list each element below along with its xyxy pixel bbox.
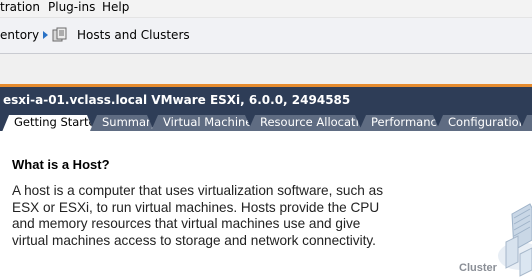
breadcrumb-inventory[interactable]: entory: [0, 28, 39, 42]
menu-plug-ins[interactable]: Plug-ins: [48, 0, 95, 17]
host-title: esxi-a-01.vclass.local VMware ESXi, 6.0.…: [3, 93, 351, 107]
navigation-bar: entory Hosts and Clusters: [0, 17, 532, 53]
menu-administration[interactable]: tration: [0, 0, 40, 17]
host-title-bar: esxi-a-01.vclass.local VMware ESXi, 6.0.…: [0, 87, 532, 113]
host-description: A host is a computer that uses virtualiz…: [12, 183, 383, 248]
tab-getting-started[interactable]: Getting Started: [2, 115, 94, 132]
getting-started-panel: What is a Host? A host is a computer tha…: [0, 131, 532, 279]
tab-strip: Getting Started Summary Virtual Machines…: [0, 113, 532, 131]
hosts-and-clusters-icon: [52, 27, 67, 42]
tab-performance[interactable]: Performance: [359, 115, 440, 131]
cluster-label: Cluster: [459, 262, 497, 274]
tab-configuration[interactable]: Configuration: [436, 115, 524, 131]
menu-help[interactable]: Help: [102, 0, 129, 17]
page-heading: What is a Host?: [12, 157, 110, 172]
breadcrumb-arrow-icon: [43, 31, 48, 39]
tab-virtual-machines[interactable]: Virtual Machines: [151, 115, 252, 131]
tab-summary[interactable]: Summary: [90, 115, 154, 131]
menu-bar: tration Plug-ins Help: [0, 0, 532, 17]
breadcrumb-hosts-and-clusters[interactable]: Hosts and Clusters: [77, 28, 190, 42]
tab-resource-allocation[interactable]: Resource Allocation: [248, 115, 362, 131]
toolbar-area: [0, 54, 532, 84]
tab-overflow[interactable]: [520, 115, 532, 131]
